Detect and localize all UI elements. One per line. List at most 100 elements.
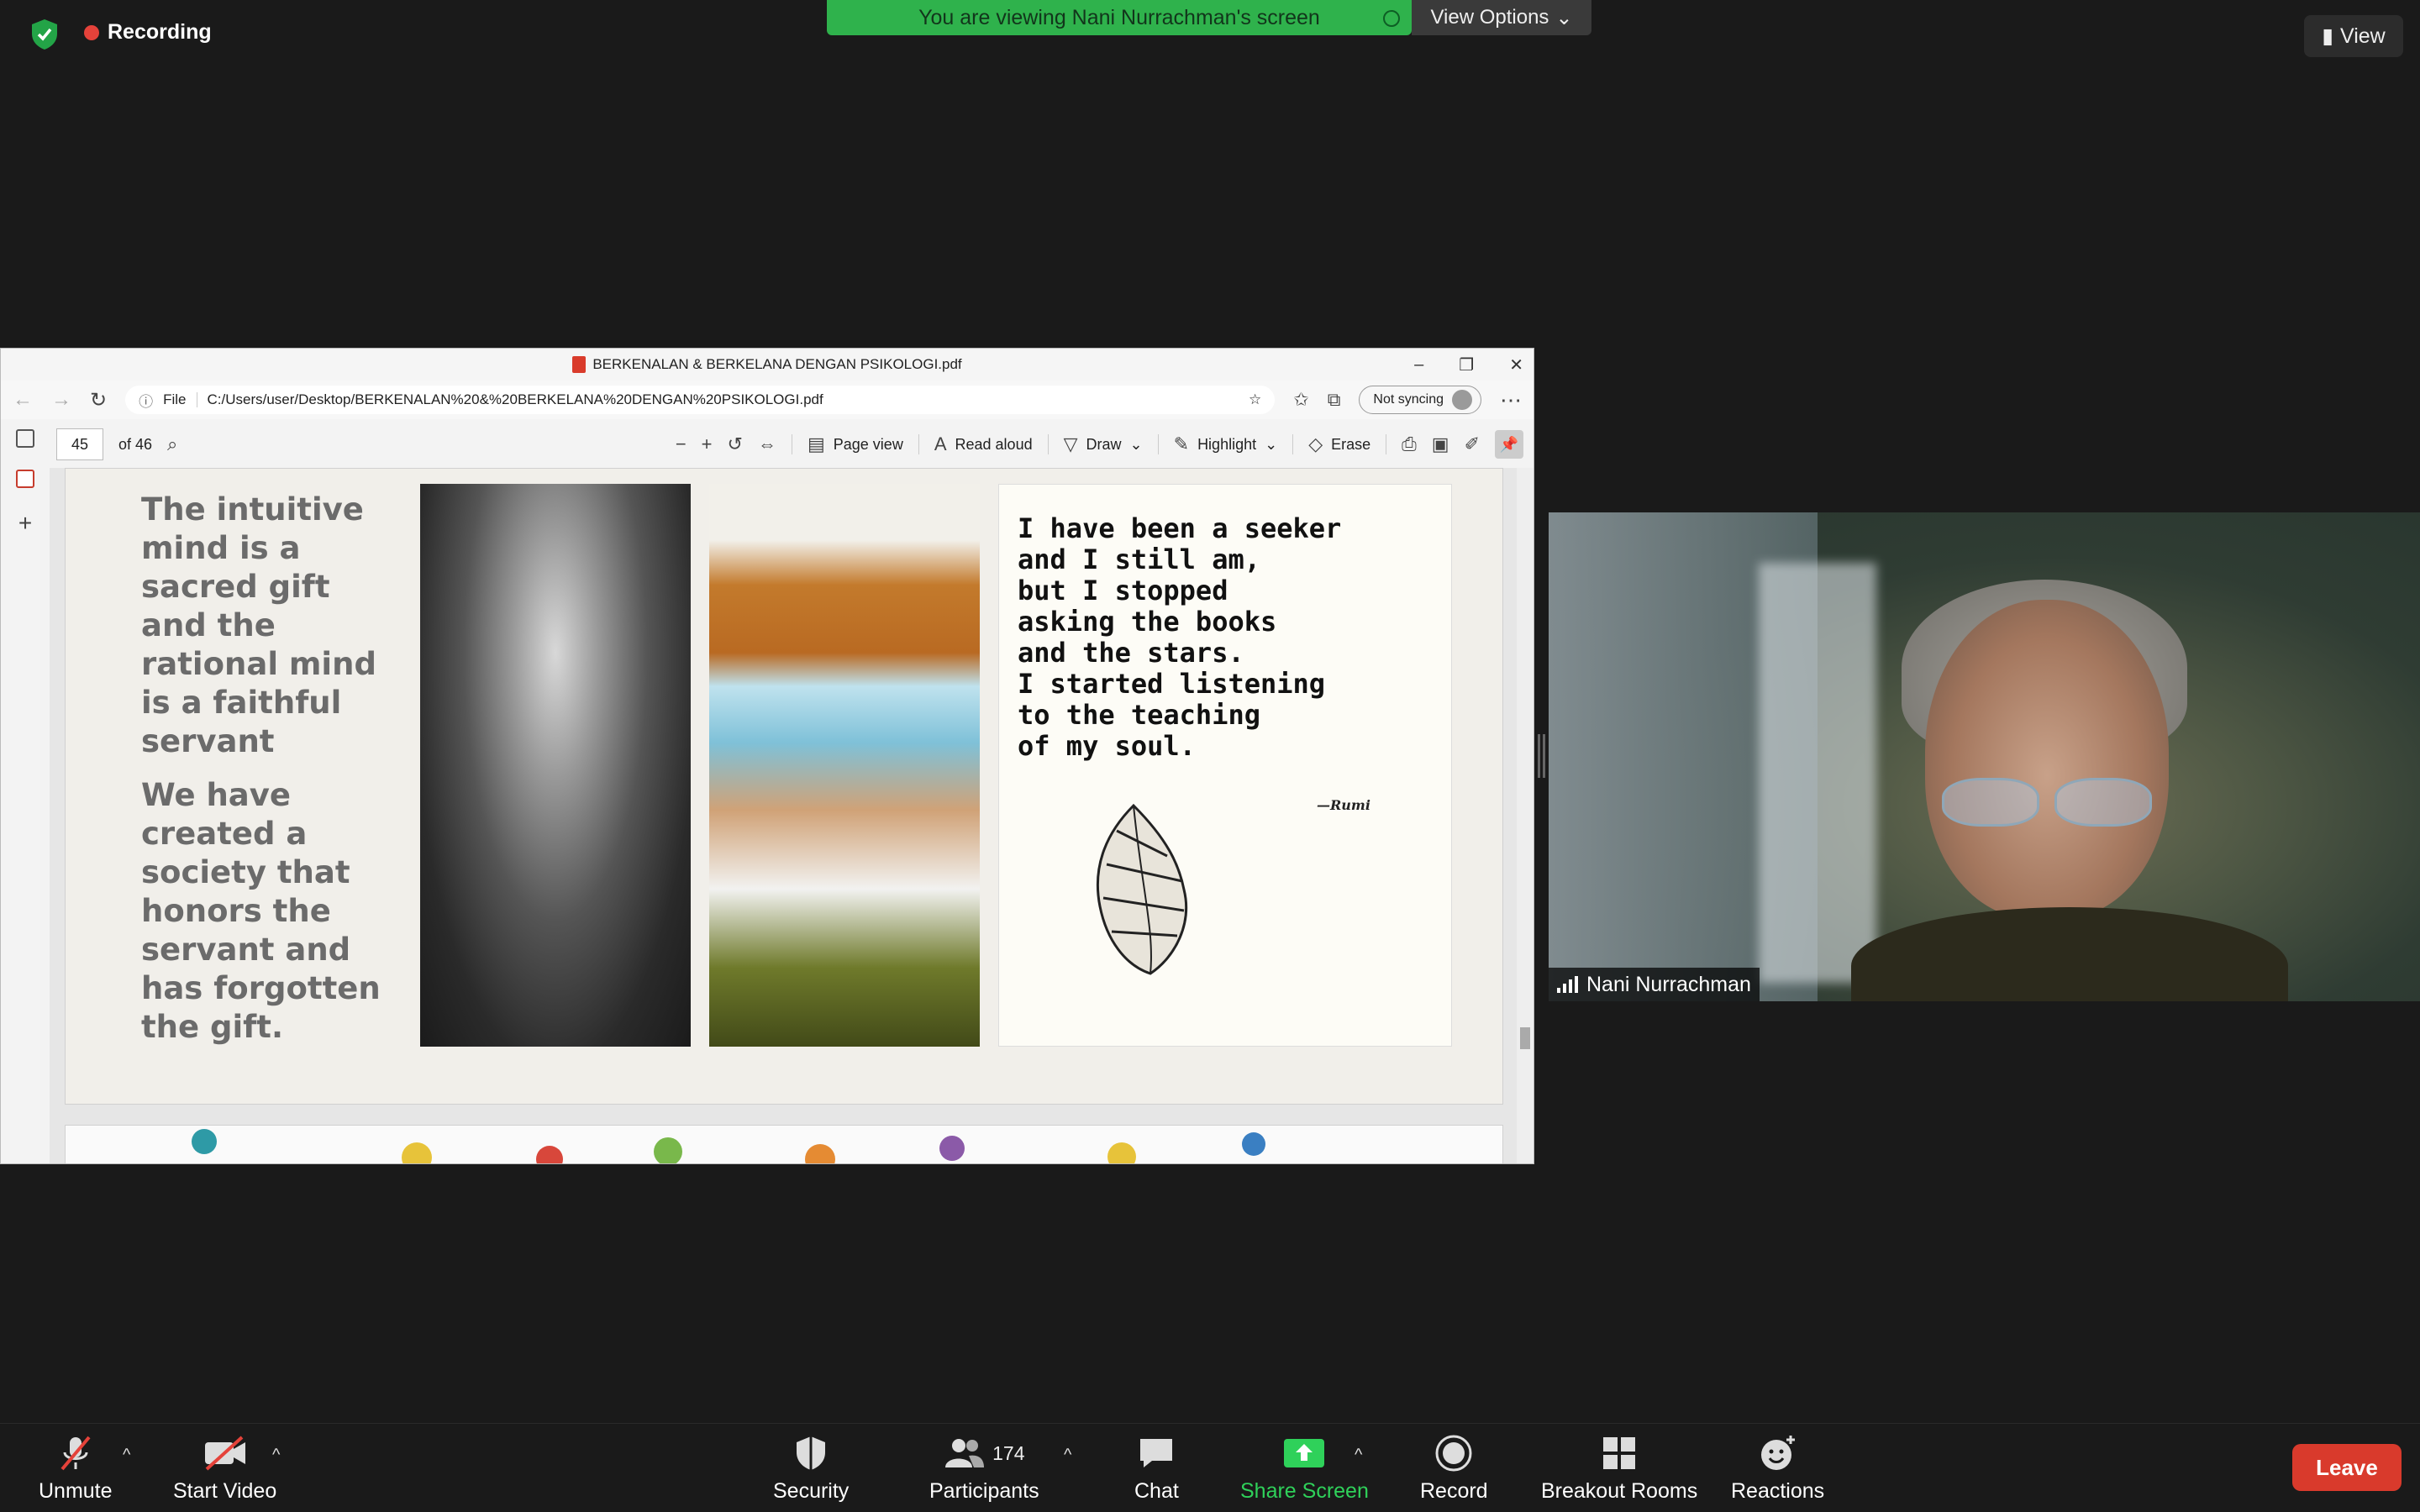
security-button[interactable]: Security [773, 1434, 849, 1504]
toolbar-divider [1292, 434, 1294, 454]
pdf-page: The intuitive mind is a sacred gift and … [65, 468, 1503, 1105]
leave-button[interactable]: Leave [2292, 1444, 2402, 1491]
record-icon [1434, 1434, 1473, 1473]
security-label: Security [773, 1479, 850, 1503]
participant-glasses [1942, 778, 2152, 827]
pdf-document-area[interactable]: The intuitive mind is a sacred gift and … [50, 468, 1518, 1163]
poem-attribution: —Rumi [1317, 797, 1370, 813]
einstein-portrait-image [420, 484, 691, 1047]
participant-body [1851, 907, 2288, 1001]
favorites-icon[interactable]: ✩ [1293, 389, 1308, 411]
collections-icon[interactable]: ⧉ [1328, 389, 1341, 411]
save-as-icon[interactable]: ✐ [1465, 433, 1480, 455]
page-view-icon: ▤ [807, 433, 825, 454]
tab-actions-icon[interactable] [16, 429, 34, 448]
recording-indicator[interactable]: Recording [84, 20, 212, 45]
confetti-dot [402, 1142, 432, 1163]
restore-icon[interactable]: ❐ [1459, 354, 1474, 375]
minimize-icon[interactable]: – [1414, 355, 1423, 375]
reactions-label: Reactions [1731, 1479, 1825, 1503]
reactions-smiley-icon [1759, 1434, 1797, 1473]
page-view-button[interactable]: ▤ Page view [808, 433, 903, 455]
view-button-label: View [2340, 24, 2386, 48]
forward-icon[interactable]: → [51, 388, 71, 412]
read-aloud-button[interactable]: A Read aloud [934, 433, 1033, 455]
new-tab-icon[interactable]: + [18, 510, 32, 537]
back-icon[interactable]: ← [13, 388, 33, 412]
highlight-icon: ✎ [1173, 433, 1190, 454]
page-total: of 46 [118, 435, 153, 453]
video-options-caret-icon[interactable]: ^ [272, 1446, 280, 1465]
chat-bubble-icon [1137, 1434, 1176, 1473]
profile-sync-button[interactable]: Not syncing [1359, 386, 1481, 414]
address-bar[interactable]: ⓘ File C:/Users/user/Desktop/BERKENALAN%… [125, 386, 1276, 414]
start-video-button[interactable]: Start Video [173, 1434, 276, 1504]
more-options-icon[interactable]: ⋯ [1500, 387, 1522, 413]
participant-video-tile[interactable]: Nani Nurrachman [1549, 512, 2420, 1001]
share-screen-button[interactable]: Share Screen [1240, 1434, 1369, 1504]
shared-screen-window: BERKENALAN & BERKELANA DENGAN PSIKOLOGI.… [0, 348, 1534, 1164]
viewing-banner-text: You are viewing Nani Nurrachman's screen [918, 5, 1320, 29]
audio-options-caret-icon[interactable]: ^ [123, 1446, 130, 1465]
encryption-shield-icon[interactable] [30, 18, 59, 50]
share-options-caret-icon[interactable]: ^ [1355, 1446, 1362, 1465]
breakout-rooms-button[interactable]: Breakout Rooms [1541, 1434, 1697, 1504]
panel-resize-handle[interactable] [1538, 734, 1546, 778]
chevron-down-icon[interactable]: ⌄ [1130, 436, 1143, 454]
record-button[interactable]: Record [1420, 1434, 1488, 1504]
fit-page-icon[interactable]: ⇔ [758, 433, 776, 455]
pin-toolbar-button[interactable]: 📌 [1495, 430, 1523, 459]
layout-icon: ▮ [2322, 24, 2333, 48]
muted-microphone-icon [59, 1434, 92, 1473]
video-background [1759, 563, 1876, 983]
pdf-tab-icon[interactable] [16, 470, 34, 488]
rotate-icon[interactable]: ↺ [728, 433, 743, 455]
signal-strength-icon [1557, 976, 1578, 993]
meeting-toolbar: Unmute ^ Start Video ^ Security 174 Part… [0, 1423, 2420, 1512]
confetti-dot [1242, 1132, 1265, 1156]
draw-icon: ▽ [1063, 433, 1078, 454]
erase-button[interactable]: ◇ Erase [1308, 433, 1370, 455]
profile-avatar-icon [1452, 390, 1472, 410]
save-icon[interactable]: ▣ [1432, 433, 1449, 455]
start-video-label: Start Video [173, 1479, 277, 1503]
seashell-illustration [1096, 803, 1188, 975]
draw-button[interactable]: ▽ Draw ⌄ [1064, 433, 1143, 455]
scrollbar-thumb[interactable] [1520, 1027, 1530, 1049]
read-aloud-label: Read aloud [955, 435, 1033, 453]
chat-button[interactable]: Chat [1134, 1434, 1179, 1504]
search-icon[interactable]: ⌕ [167, 433, 177, 455]
highlight-button[interactable]: ✎ Highlight ⌄ [1174, 433, 1278, 455]
zoom-in-icon[interactable]: + [702, 433, 713, 455]
pdf-sidebar: + [1, 419, 50, 1163]
page-number-input[interactable]: 45 [56, 428, 103, 460]
rumi-poem-card: I have been a seeker and I still am, but… [998, 484, 1452, 1047]
recording-label: Recording [108, 20, 212, 44]
window-titlebar: BERKENALAN & BERKELANA DENGAN PSIKOLOGI.… [1, 349, 1534, 381]
view-options-button[interactable]: View Options ⌄ [1412, 0, 1591, 35]
address-scheme: File [163, 391, 187, 407]
zoom-out-icon[interactable]: − [676, 433, 687, 455]
participants-count: 174 [992, 1441, 1025, 1464]
reactions-button[interactable]: Reactions [1731, 1434, 1824, 1504]
rumi-portrait-image [709, 484, 980, 1047]
participants-options-caret-icon[interactable]: ^ [1064, 1446, 1071, 1465]
address-url[interactable]: C:/Users/user/Desktop/BERKENALAN%20&%20B… [208, 391, 1239, 408]
info-icon[interactable]: ⓘ [139, 390, 153, 411]
draw-label: Draw [1086, 435, 1122, 453]
print-icon[interactable]: ⎙ [1402, 433, 1417, 455]
breakout-rooms-icon [1600, 1434, 1639, 1473]
add-favorite-icon[interactable]: ☆ [1249, 391, 1261, 408]
next-pdf-page [65, 1125, 1503, 1163]
close-icon[interactable]: ✕ [1509, 354, 1523, 375]
participants-button[interactable]: 174 Participants [929, 1434, 1039, 1504]
erase-label: Erase [1331, 435, 1371, 453]
view-button[interactable]: ▮ View [2304, 15, 2403, 57]
browser-icons: ✩ ⧉ [1293, 389, 1340, 411]
slide-quote: The intuitive mind is a sacred gift and … [141, 491, 393, 1047]
unmute-button[interactable]: Unmute [39, 1434, 113, 1504]
refresh-icon[interactable]: ↻ [90, 388, 107, 412]
vertical-scrollbar[interactable] [1517, 468, 1534, 1163]
participants-icon: 174 [944, 1434, 1025, 1473]
chevron-down-icon[interactable]: ⌄ [1265, 436, 1277, 454]
